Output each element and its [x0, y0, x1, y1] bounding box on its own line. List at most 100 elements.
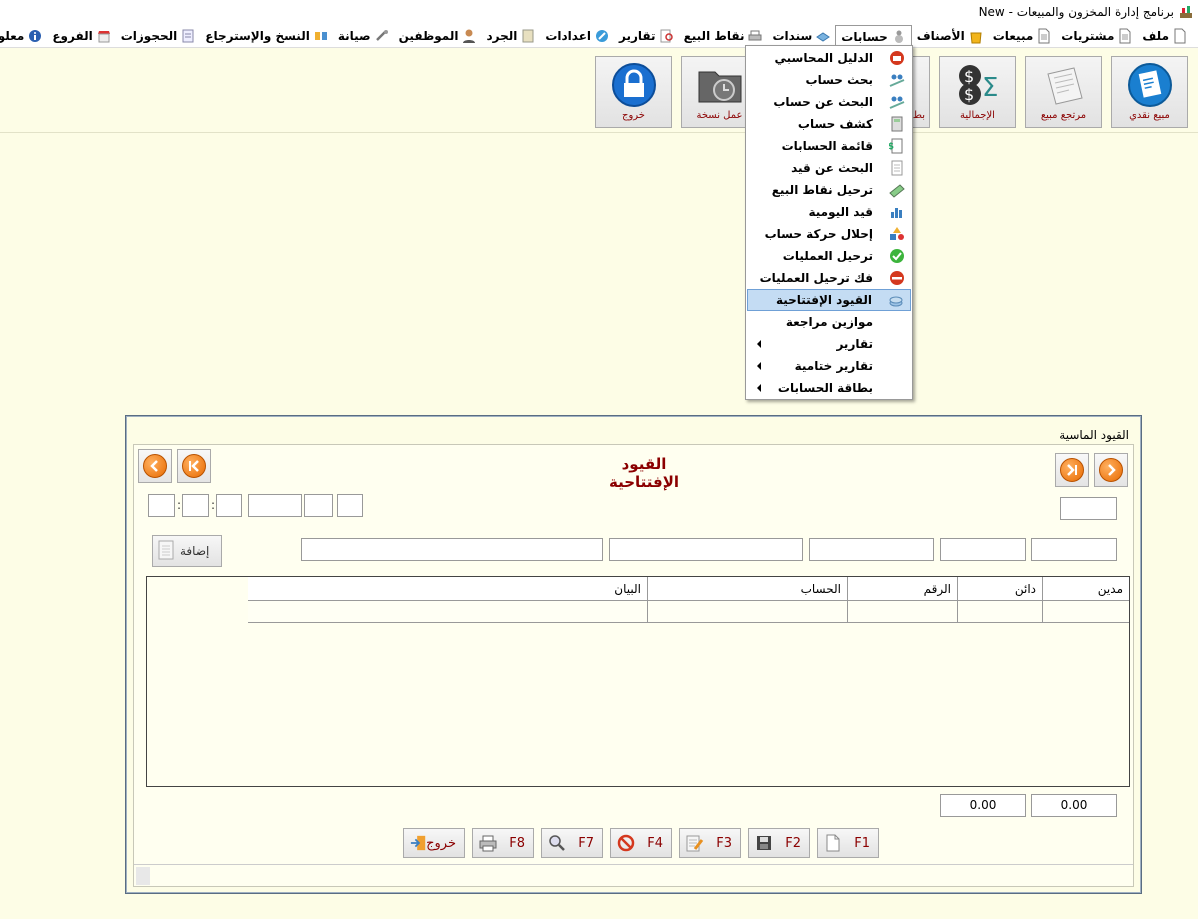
dollar-doc-icon: $	[889, 138, 903, 154]
file-icon	[1174, 28, 1186, 43]
f8-print-button[interactable]: F8	[472, 828, 534, 858]
time-minute-field[interactable]	[182, 494, 209, 517]
menu-item-account-card[interactable]: بطاقة الحسابات	[747, 377, 911, 399]
menu-item-unpost-operations[interactable]: فك ترحيل العمليات	[747, 267, 911, 289]
entry-number-field[interactable]	[1060, 497, 1117, 520]
doc-icon	[891, 160, 903, 176]
menu-file[interactable]: ملف	[1137, 25, 1192, 47]
title-bar: برنامج إدارة المخزون والمبيعات - New	[0, 0, 1198, 24]
menu-item-find-account[interactable]: البحث عن حساب	[747, 91, 911, 113]
menu-item-journal-entry[interactable]: قيد اليومية	[747, 201, 911, 223]
bank-icon	[890, 51, 904, 65]
table-cell[interactable]	[1043, 601, 1129, 623]
credit-input[interactable]	[940, 538, 1026, 561]
f2-save-button[interactable]: F2	[748, 828, 810, 858]
menu-purchases[interactable]: مشتريات	[1056, 25, 1137, 47]
info-icon	[29, 29, 42, 42]
coins-icon	[889, 296, 903, 307]
menu-info[interactable]: معلومات	[0, 25, 47, 47]
menu-item-search-entry[interactable]: البحث عن قيد	[747, 157, 911, 179]
bag-icon	[970, 32, 982, 43]
column-header-number[interactable]: الرقم	[848, 577, 958, 601]
menu-item-account-statement[interactable]: كشف حساب	[747, 113, 911, 135]
menu-item-reports[interactable]: تقارير	[747, 333, 911, 355]
account-number-input[interactable]	[809, 538, 934, 561]
f3-edit-button[interactable]: F3	[679, 828, 741, 858]
money-icon	[889, 184, 905, 198]
menu-settings[interactable]: اعدادات	[540, 25, 614, 47]
debit-input[interactable]	[1031, 538, 1117, 561]
booking-icon	[182, 29, 194, 42]
menu-maintenance[interactable]: صيانة	[333, 25, 394, 47]
date-month-field[interactable]	[304, 494, 333, 517]
accounts-dropdown-menu: الدليل المحاسبي بحث حساب البحث عن حساب ك…	[745, 45, 913, 400]
menu-items[interactable]: الأصناف	[912, 25, 988, 47]
form-title: القيود الإفتتاحية	[608, 455, 680, 491]
date-day-field[interactable]	[337, 494, 363, 517]
menu-inventory[interactable]: الجرد	[481, 25, 540, 47]
menu-item-search-account[interactable]: بحث حساب	[747, 69, 911, 91]
table-cell[interactable]	[848, 601, 958, 623]
time-second-field[interactable]	[216, 494, 242, 517]
menu-vouchers[interactable]: سندات	[767, 25, 835, 47]
description-input[interactable]	[301, 538, 603, 561]
menu-item-accounts-list[interactable]: $ قائمة الحسابات	[747, 135, 911, 157]
column-header-description[interactable]: البيان	[248, 577, 648, 601]
table-cell[interactable]	[648, 601, 848, 623]
toolbar-exit-button[interactable]: خروج	[595, 56, 672, 128]
add-button[interactable]: إضافة	[152, 535, 222, 567]
chart-icon	[891, 208, 902, 218]
menu-item-chart-of-accounts[interactable]: الدليل المحاسبي	[747, 47, 911, 69]
save-icon	[757, 836, 771, 850]
table-cell[interactable]	[248, 601, 648, 623]
menu-branches[interactable]: الفروع	[47, 25, 115, 47]
svg-text:$: $	[889, 142, 894, 152]
menu-employees[interactable]: الموظفين	[394, 25, 482, 47]
dollar-sigma-icon: $$ Σ	[958, 65, 998, 105]
menu-item-final-reports[interactable]: تقارير ختامية	[747, 355, 911, 377]
f1-new-button[interactable]: F1	[817, 828, 879, 858]
exit-button[interactable]: خروج	[403, 828, 465, 858]
account-name-input[interactable]	[609, 538, 803, 561]
column-header-credit[interactable]: دائن	[958, 577, 1043, 601]
menu-backup[interactable]: النسخ والإسترجاع	[200, 25, 333, 47]
people-search-icon	[889, 74, 905, 87]
nav-first-button[interactable]	[138, 449, 172, 483]
toolbar: مبيع نقدي مرتجع مبيع $ $ Σ الإجمالية بط عم…	[0, 48, 1198, 133]
menu-sales[interactable]: مبيعات	[988, 25, 1057, 47]
entries-table[interactable]: البيان الحساب الرقم دائن مدين	[146, 576, 1130, 787]
cash-sale-button[interactable]: مبيع نقدي	[1111, 56, 1188, 128]
menu-bar: ملف مشتريات مبيعات الأصناف حسابات سندات …	[0, 24, 1198, 49]
menu-item-trial-balances[interactable]: موازين مراجعة	[747, 311, 911, 333]
status-bar	[134, 864, 1133, 886]
f4-delete-button[interactable]: F4	[610, 828, 672, 858]
menu-item-opening-entries[interactable]: القيود الإفتتاحية	[747, 289, 911, 311]
menu-item-post-pos[interactable]: ترحيل نقاط البيع	[747, 179, 911, 201]
table-cell[interactable]	[958, 601, 1043, 623]
f7-search-button[interactable]: F7	[541, 828, 603, 858]
document-icon	[1038, 28, 1050, 43]
menu-item-replace-account-movement[interactable]: إحلال حركة حساب	[747, 223, 911, 245]
menu-pos[interactable]: نقاط البيع	[679, 25, 768, 47]
backup-folder-icon	[698, 71, 741, 103]
skip-first-icon	[189, 460, 199, 472]
submenu-arrow-icon	[757, 362, 761, 370]
opening-entries-window: القيود الماسية القيود الإفتتاحية : : إضا…	[125, 415, 1142, 894]
report-search-icon	[660, 29, 673, 42]
column-header-debit[interactable]: مدين	[1043, 577, 1129, 601]
time-hour-field[interactable]	[148, 494, 175, 517]
column-header-account[interactable]: الحساب	[648, 577, 848, 601]
date-year-field[interactable]	[248, 494, 302, 517]
submenu-arrow-icon	[757, 340, 761, 348]
menu-bookings[interactable]: الحجوزات	[116, 25, 201, 47]
nav-last-button[interactable]	[1055, 453, 1089, 487]
nav-next-button[interactable]	[1094, 453, 1128, 487]
sales-return-button[interactable]: مرتجع مبيع	[1025, 56, 1102, 128]
menu-reports[interactable]: تقارير	[614, 25, 679, 47]
svg-text:$: $	[964, 85, 974, 104]
nav-prev-button[interactable]	[177, 449, 211, 483]
totals-button[interactable]: $ $ Σ الإجمالية	[939, 56, 1016, 128]
status-grip	[136, 867, 150, 885]
document-icon	[1119, 28, 1131, 43]
menu-item-post-operations[interactable]: ترحيل العمليات	[747, 245, 911, 267]
